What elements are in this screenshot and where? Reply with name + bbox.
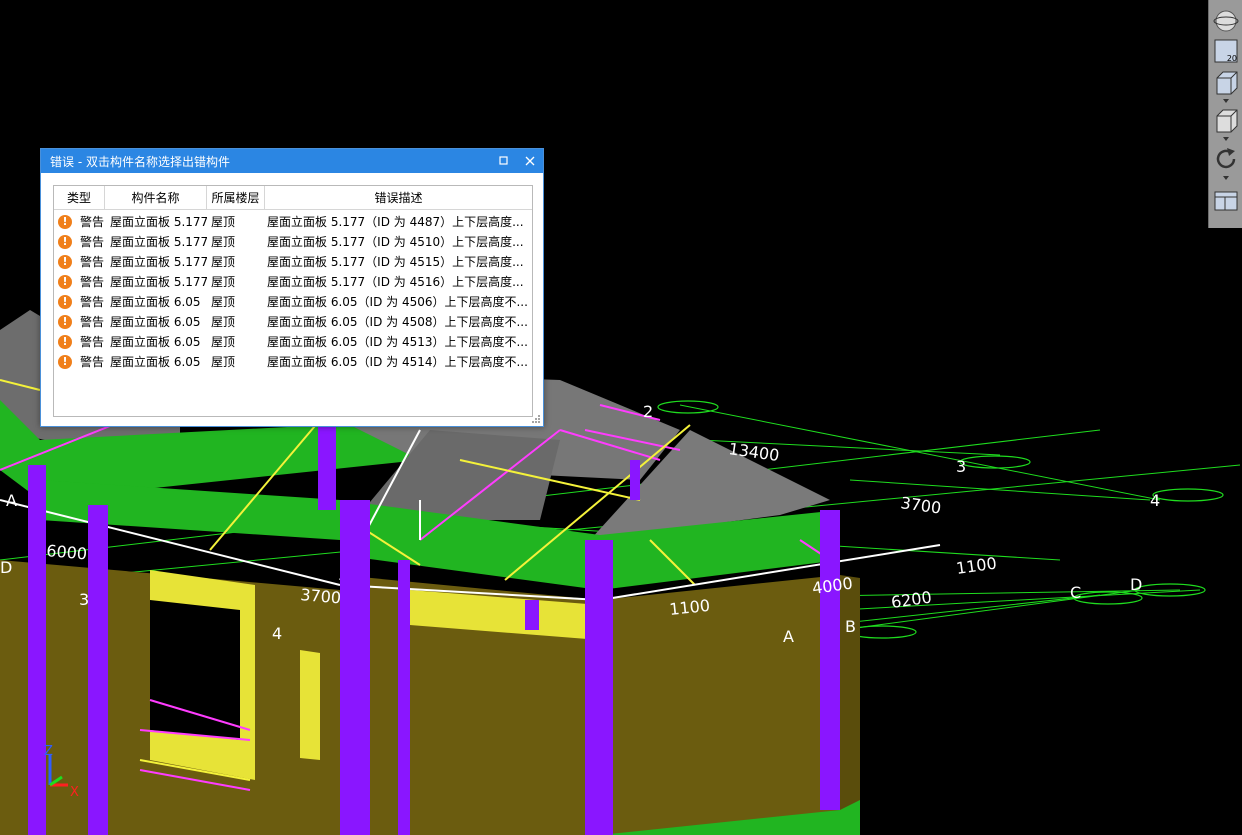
rotate-icon[interactable] — [1213, 146, 1239, 172]
orbit-icon[interactable] — [1213, 8, 1239, 34]
axis-label: B — [845, 617, 856, 636]
column-header-type[interactable]: 类型 — [54, 186, 105, 210]
axis-label: A — [783, 627, 794, 646]
view-toolbar: 20 — [1208, 0, 1242, 228]
dim-label: 3700 — [300, 585, 342, 607]
column-header-name[interactable]: 构件名称 — [105, 186, 207, 210]
cell-type: 警告 — [80, 215, 105, 229]
table-row[interactable]: 警告 屋面立面板 5.177 屋顶 屋面立面板 5.177（ID 为 4487）… — [54, 212, 532, 232]
dim-label: 6000 — [46, 541, 88, 563]
dropdown-arrow-icon[interactable] — [1223, 176, 1229, 180]
cell-type: 警告 — [80, 295, 105, 309]
axis-label: 3 — [79, 590, 89, 609]
axis-label: 2 — [643, 402, 653, 421]
dropdown-arrow-icon[interactable] — [1223, 137, 1229, 141]
cell-name[interactable]: 屋面立面板 6.05 — [110, 352, 207, 372]
box-view-icon[interactable] — [1213, 108, 1239, 134]
table-row[interactable]: 警告 屋面立面板 5.177 屋顶 屋面立面板 5.177（ID 为 4515）… — [54, 252, 532, 272]
cell-type: 警告 — [80, 335, 105, 349]
cell-floor: 屋顶 — [211, 295, 236, 309]
2d-view-icon[interactable]: 20 — [1213, 38, 1239, 64]
resize-grip-icon[interactable] — [531, 414, 541, 424]
error-dialog: 错误 - 双击构件名称选择出错构件 类型 构件名称 所属楼层 错误描述 警告 屋… — [40, 148, 544, 427]
dim-label: 1100 — [955, 553, 998, 577]
cell-description: 屋面立面板 5.177（ID 为 4487）上下层高度... — [267, 215, 524, 229]
cell-floor: 屋顶 — [211, 255, 236, 269]
warning-icon — [58, 355, 72, 369]
cell-description: 屋面立面板 6.05（ID 为 4506）上下层高度不... — [267, 295, 528, 309]
axis-label: 4 — [272, 624, 282, 643]
axis-label: 3 — [956, 457, 966, 476]
axis-label: A — [6, 491, 17, 510]
cell-type: 警告 — [80, 275, 105, 289]
column-header-floor[interactable]: 所属楼层 — [207, 186, 265, 210]
table-row[interactable]: 警告 屋面立面板 6.05 屋顶 屋面立面板 6.05（ID 为 4514）上下… — [54, 352, 532, 372]
warning-icon — [58, 315, 72, 329]
cell-name[interactable]: 屋面立面板 5.177 — [110, 232, 207, 252]
cell-type: 警告 — [80, 355, 105, 369]
cell-floor: 屋顶 — [211, 275, 236, 289]
cell-description: 屋面立面板 6.05（ID 为 4513）上下层高度不... — [267, 335, 528, 349]
close-icon — [525, 156, 535, 166]
cell-description: 屋面立面板 5.177（ID 为 4510）上下层高度... — [267, 235, 524, 249]
cell-name[interactable]: 屋面立面板 6.05 — [110, 312, 207, 332]
cell-floor: 屋顶 — [211, 335, 236, 349]
3d-view-icon[interactable] — [1213, 70, 1239, 96]
dialog-title-bar[interactable]: 错误 - 双击构件名称选择出错构件 — [41, 149, 543, 173]
axis-label: C — [1070, 583, 1081, 602]
table-row[interactable]: 警告 屋面立面板 5.177 屋顶 屋面立面板 5.177（ID 为 4516）… — [54, 272, 532, 292]
cell-name[interactable]: 屋面立面板 5.177 — [110, 272, 207, 292]
column-header-description[interactable]: 错误描述 — [265, 186, 532, 210]
warning-icon — [58, 335, 72, 349]
maximize-button[interactable] — [491, 149, 517, 173]
cell-type: 警告 — [80, 255, 105, 269]
cell-description: 屋面立面板 5.177（ID 为 4516）上下层高度... — [267, 275, 524, 289]
layout-icon[interactable] — [1213, 188, 1239, 214]
error-table: 类型 构件名称 所属楼层 错误描述 警告 屋面立面板 5.177 屋顶 屋面立面… — [53, 185, 533, 417]
dim-label: 6200 — [890, 587, 933, 611]
cell-floor: 屋顶 — [211, 315, 236, 329]
dim-label: 3700 — [899, 493, 942, 517]
table-row[interactable]: 警告 屋面立面板 6.05 屋顶 屋面立面板 6.05（ID 为 4506）上下… — [54, 292, 532, 312]
axis-label: D — [1130, 575, 1142, 594]
warning-icon — [58, 235, 72, 249]
cell-floor: 屋顶 — [211, 235, 236, 249]
table-row[interactable]: 警告 屋面立面板 6.05 屋顶 屋面立面板 6.05（ID 为 4508）上下… — [54, 312, 532, 332]
layer-label: 20 — [1226, 54, 1237, 63]
warning-icon — [58, 215, 72, 229]
cell-type: 警告 — [80, 315, 105, 329]
warning-icon — [58, 255, 72, 269]
cell-name[interactable]: 屋面立面板 5.177 — [110, 212, 207, 232]
cell-description: 屋面立面板 6.05（ID 为 4508）上下层高度不... — [267, 315, 528, 329]
cell-name[interactable]: 屋面立面板 6.05 — [110, 292, 207, 312]
warning-icon — [58, 275, 72, 289]
dialog-title: 错误 - 双击构件名称选择出错构件 — [50, 155, 230, 169]
cell-description: 屋面立面板 5.177（ID 为 4515）上下层高度... — [267, 255, 524, 269]
axis-label: 4 — [1150, 491, 1160, 510]
cell-name[interactable]: 屋面立面板 5.177 — [110, 252, 207, 272]
table-row[interactable]: 警告 屋面立面板 6.05 屋顶 屋面立面板 6.05（ID 为 4513）上下… — [54, 332, 532, 352]
cell-floor: 屋顶 — [211, 355, 236, 369]
dropdown-arrow-icon[interactable] — [1223, 99, 1229, 103]
cell-name[interactable]: 屋面立面板 6.05 — [110, 332, 207, 352]
x-axis-label: X — [70, 785, 79, 800]
cell-description: 屋面立面板 6.05（ID 为 4514）上下层高度不... — [267, 355, 528, 369]
z-axis-label: Z — [44, 744, 53, 759]
cell-type: 警告 — [80, 235, 105, 249]
axis-label: D — [0, 558, 12, 577]
cell-floor: 屋顶 — [211, 215, 236, 229]
warning-icon — [58, 295, 72, 309]
table-row[interactable]: 警告 屋面立面板 5.177 屋顶 屋面立面板 5.177（ID 为 4510）… — [54, 232, 532, 252]
close-button[interactable] — [517, 149, 543, 173]
